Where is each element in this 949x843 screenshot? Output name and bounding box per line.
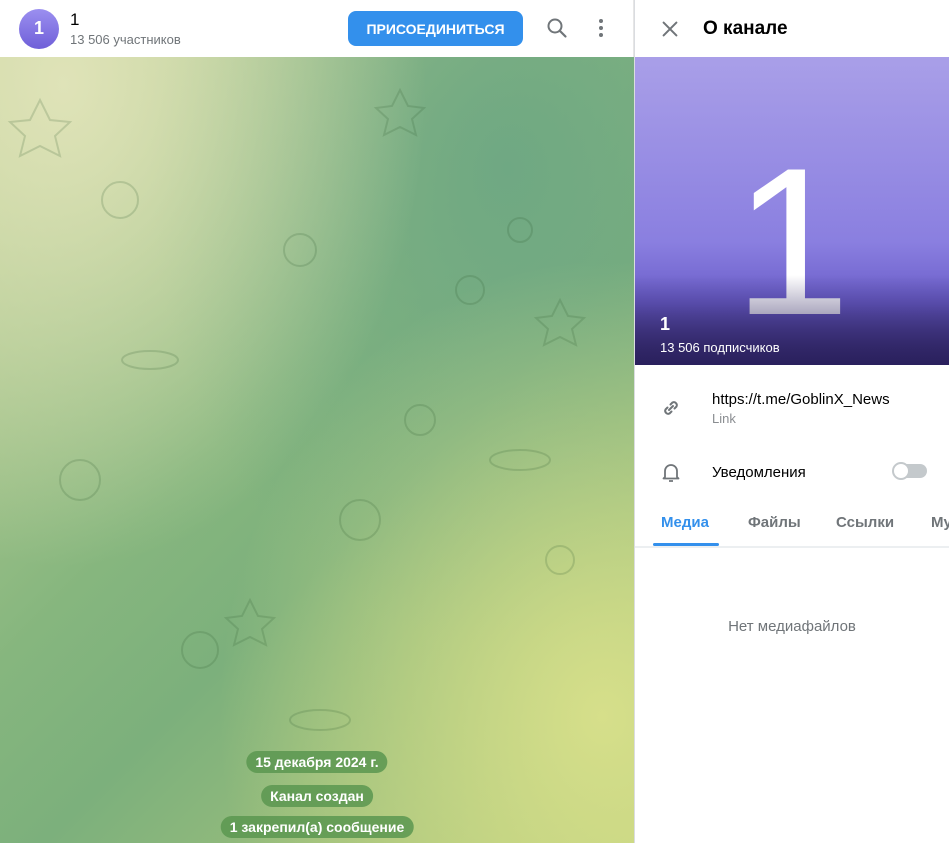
service-message-pinned[interactable]: 1 закрепил(а) сообщение	[220, 816, 414, 838]
subscriber-count: 13 506 подписчиков	[660, 340, 780, 355]
search-icon[interactable]	[545, 16, 569, 40]
date-separator: 15 декабря 2024 г.	[246, 751, 388, 773]
link-icon	[664, 401, 678, 415]
tab-files[interactable]: Файлы	[748, 514, 801, 531]
link-row[interactable]: https://t.me/GoblinX_News Link	[635, 376, 949, 440]
join-button[interactable]: ПРИСОЕДИНИТЬСЯ	[348, 11, 523, 46]
notifications-row[interactable]: Уведомления	[635, 440, 949, 504]
notifications-label: Уведомления	[712, 463, 806, 481]
close-icon[interactable]	[659, 18, 681, 40]
member-count: 13 506 участников	[70, 32, 181, 47]
channel-info-panel: О канале 1 1 13 506 подписчиков https://…	[634, 0, 949, 843]
active-tab-indicator	[653, 543, 719, 546]
channel-cover: 1 1 13 506 подписчиков	[635, 57, 949, 365]
bell-icon	[662, 464, 680, 482]
panel-title: О канале	[703, 17, 788, 39]
tab-music[interactable]: Музыка	[931, 514, 949, 531]
tab-media[interactable]: Медиа	[661, 514, 709, 531]
panel-header: О канале	[635, 0, 949, 57]
service-message-created: Канал создан	[261, 785, 373, 807]
channel-name: 1	[660, 314, 671, 334]
more-options-icon[interactable]	[589, 16, 613, 40]
channel-title: 1	[70, 10, 80, 29]
background-pattern	[7, 87, 587, 731]
tab-links[interactable]: Ссылки	[836, 514, 894, 531]
notifications-toggle[interactable]	[892, 462, 927, 480]
empty-media-text: Нет медиафайлов	[728, 618, 856, 635]
media-tabs: Медиа Файлы Ссылки Музыка	[635, 504, 949, 548]
chat-header: 1 1 13 506 участников ПРИСОЕДИНИТЬСЯ	[0, 0, 634, 57]
channel-avatar[interactable]: 1	[19, 8, 59, 49]
chat-area: 15 декабря 2024 г. Канал создан 1 закреп…	[0, 0, 634, 843]
link-label: Link	[712, 410, 736, 426]
channel-info[interactable]: 1 13 506 участников	[70, 10, 181, 47]
channel-link[interactable]: https://t.me/GoblinX_News	[712, 391, 890, 408]
